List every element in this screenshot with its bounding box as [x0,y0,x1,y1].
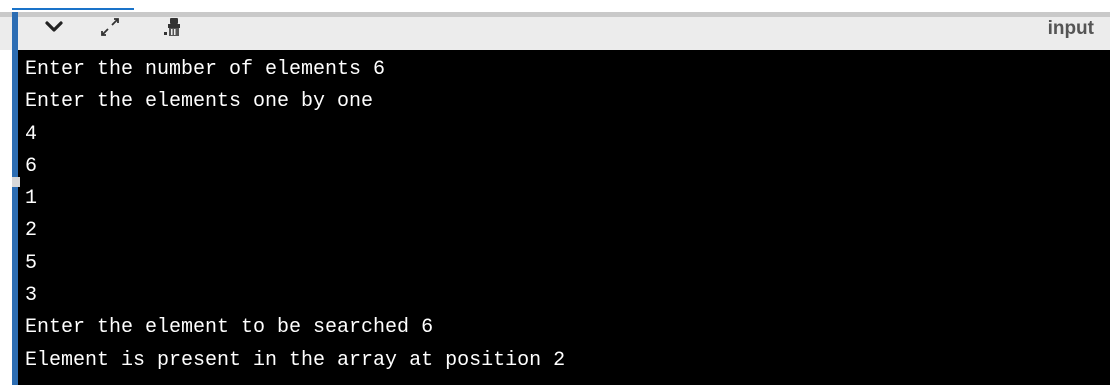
chevron-down-icon [45,21,63,32]
clear-icon [164,18,180,36]
expand-icon [101,18,119,36]
expand-button[interactable] [92,16,128,38]
console-line: Enter the element to be searched 6 [25,316,434,340]
console-line: Enter the elements one by one [25,90,374,114]
console-line: 5 [25,251,38,275]
clear-output-button[interactable] [160,16,186,38]
console-line: 1 [25,187,38,211]
console-line: 4 [25,122,38,146]
input-label[interactable]: input [1048,18,1094,40]
console-line: Element is present in the array at posit… [25,348,566,372]
scroll-marker [12,177,20,187]
console-line: 2 [25,219,38,243]
left-accent-bar [12,12,18,385]
top-strip [0,0,1110,12]
collapse-button[interactable] [40,16,68,38]
console-line: 6 [25,154,38,178]
top-link[interactable] [12,8,134,10]
console-line: Enter the number of elements 6 [25,58,386,81]
console-line: 3 [25,284,38,308]
console-output: Enter the number of elements 6 Enter the… [18,50,1110,385]
